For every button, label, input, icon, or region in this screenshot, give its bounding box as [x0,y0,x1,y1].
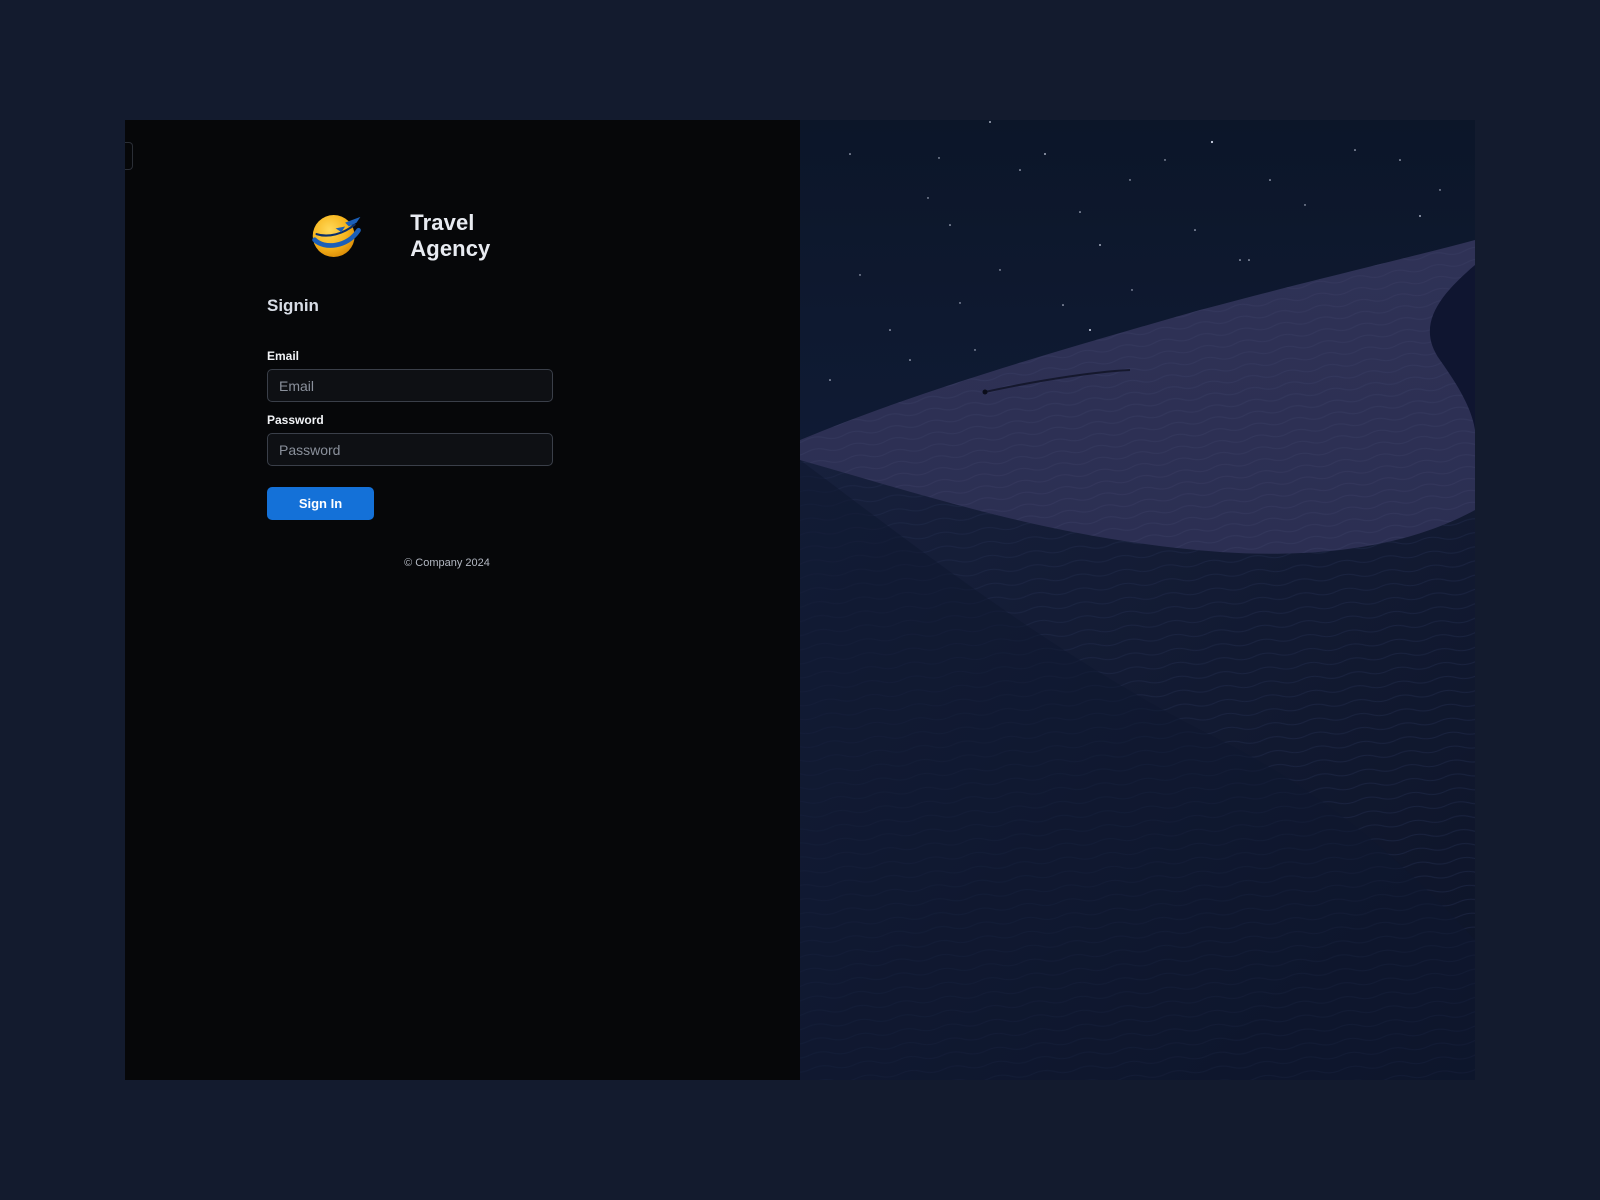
panel-edge-tab [125,142,133,170]
brand-header: Travel Agency [307,210,553,262]
globe-airplane-logo-icon [312,215,361,257]
desert-dune-night-image [800,120,1475,1080]
signin-page: Travel Agency Signin Email Password Sign… [125,120,1475,1080]
signin-heading: Signin [267,296,319,315]
signin-form: Travel Agency Signin Email Password Sign… [267,210,553,569]
password-input[interactable] [267,433,553,466]
sign-in-button[interactable]: Sign In [267,487,374,520]
email-input[interactable] [267,369,553,402]
hero-image [800,120,1475,1080]
copyright-footer: © Company 2024 [404,557,490,569]
email-label: Email [267,349,300,363]
signin-panel: Travel Agency Signin Email Password Sign… [125,120,800,1080]
password-label: Password [267,413,324,427]
brand-name: Travel Agency [410,210,491,261]
